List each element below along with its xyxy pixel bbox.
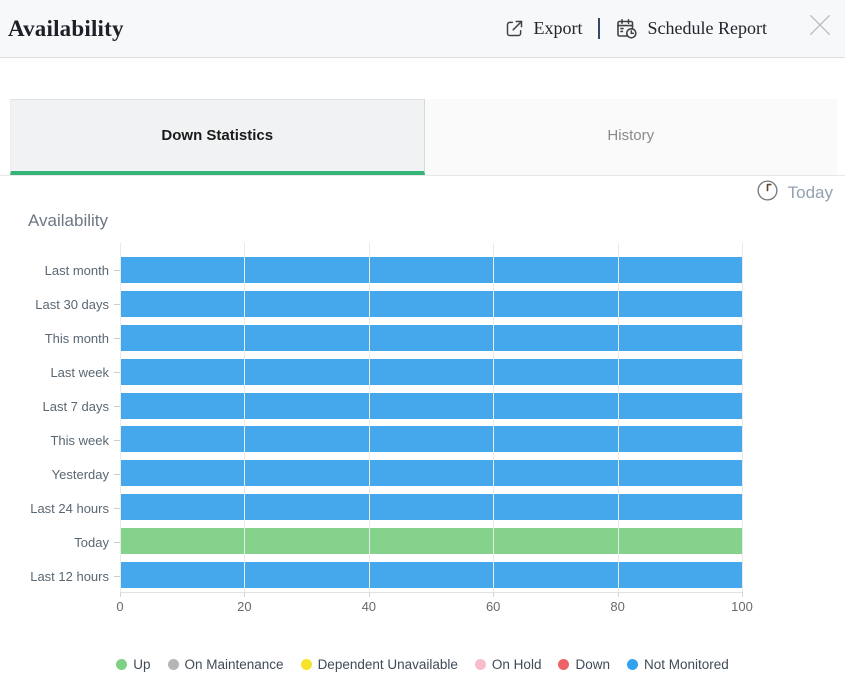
gridline: [244, 243, 245, 592]
x-tick-label: 80: [610, 599, 624, 614]
legend-label: On Maintenance: [185, 657, 284, 672]
availability-bar[interactable]: [120, 359, 742, 385]
category-label: Last 7 days: [0, 389, 120, 423]
legend-item[interactable]: Down: [558, 657, 610, 672]
chart-title: Availability: [28, 211, 845, 235]
export-button[interactable]: Export: [504, 18, 583, 39]
schedule-report-label: Schedule Report: [648, 18, 767, 39]
category-label: Today: [0, 525, 120, 559]
x-tick-label: 60: [486, 599, 500, 614]
x-axis: 020406080100: [120, 593, 742, 619]
legend-item[interactable]: On Hold: [475, 657, 542, 672]
legend-dot-icon: [116, 659, 127, 670]
tab-down-statistics-label: Down Statistics: [161, 127, 273, 144]
x-tick-mark: [742, 592, 743, 597]
header-actions: Export Schedule Report: [504, 17, 767, 41]
x-tick-label: 20: [237, 599, 251, 614]
schedule-report-button[interactable]: Schedule Report: [615, 17, 767, 41]
bar-row: [120, 287, 742, 321]
legend-label: Dependent Unavailable: [318, 657, 458, 672]
bar-row: [120, 524, 742, 558]
x-tick-label: 0: [116, 599, 123, 614]
category-label: Last month: [0, 253, 120, 287]
period-row: Today: [0, 177, 845, 209]
x-tick-label: 100: [731, 599, 753, 614]
category-label: Yesterday: [0, 457, 120, 491]
availability-bar[interactable]: [120, 393, 742, 419]
dialog-header: Availability Export: [0, 0, 845, 58]
legend-dot-icon: [627, 659, 638, 670]
category-label: This week: [0, 423, 120, 457]
legend-dot-icon: [168, 659, 179, 670]
category-label: Last 24 hours: [0, 491, 120, 525]
legend-item[interactable]: Not Monitored: [627, 657, 729, 672]
legend-dot-icon: [301, 659, 312, 670]
bar-rows: [120, 253, 742, 592]
bar-row: [120, 490, 742, 524]
category-label: This month: [0, 321, 120, 355]
tab-down-statistics[interactable]: Down Statistics: [10, 99, 425, 175]
availability-bar[interactable]: [120, 562, 742, 588]
gridline: [742, 243, 743, 592]
availability-bar[interactable]: [120, 325, 742, 351]
bar-row: [120, 253, 742, 287]
dialog-title: Availability: [8, 16, 124, 42]
legend-label: Down: [575, 657, 610, 672]
bar-row: [120, 321, 742, 355]
tab-history-label: History: [607, 127, 654, 144]
tab-history[interactable]: History: [425, 99, 838, 175]
period-label[interactable]: Today: [788, 183, 833, 203]
chart-legend: Up On Maintenance Dependent Unavailable On …: [0, 657, 845, 672]
calendar-clock-icon: [615, 17, 639, 41]
legend-label: On Hold: [492, 657, 542, 672]
availability-bar[interactable]: [120, 528, 742, 554]
category-label: Last 12 hours: [0, 559, 120, 593]
gridline: [618, 243, 619, 592]
legend-item[interactable]: Dependent Unavailable: [301, 657, 458, 672]
availability-bar[interactable]: [120, 426, 742, 452]
clock-icon[interactable]: [755, 178, 780, 208]
gridline: [120, 243, 121, 592]
legend-label: Up: [133, 657, 150, 672]
bar-row: [120, 423, 742, 457]
tab-bar: Down Statistics History: [0, 99, 845, 176]
category-label: Last 30 days: [0, 287, 120, 321]
bar-row: [120, 558, 742, 592]
legend-dot-icon: [475, 659, 486, 670]
export-label: Export: [534, 18, 583, 39]
y-axis-labels: Last monthLast 30 daysThis monthLast wee…: [0, 239, 120, 593]
close-button[interactable]: [802, 7, 838, 43]
gridline: [493, 243, 494, 592]
bar-row: [120, 389, 742, 423]
legend-item[interactable]: Up: [116, 657, 150, 672]
availability-bar[interactable]: [120, 460, 742, 486]
legend-dot-icon: [558, 659, 569, 670]
legend-label: Not Monitored: [644, 657, 729, 672]
category-label: Last week: [0, 355, 120, 389]
availability-bar[interactable]: [120, 291, 742, 317]
availability-bar[interactable]: [120, 494, 742, 520]
bar-row: [120, 355, 742, 389]
export-icon: [504, 18, 525, 39]
availability-bar[interactable]: [120, 257, 742, 283]
action-separator: [598, 18, 600, 39]
close-icon: [805, 10, 835, 40]
plot-area: [120, 239, 742, 593]
x-tick-label: 40: [362, 599, 376, 614]
legend-item[interactable]: On Maintenance: [168, 657, 284, 672]
availability-chart: Last monthLast 30 daysThis monthLast wee…: [0, 239, 845, 593]
gridline: [369, 243, 370, 592]
bar-row: [120, 456, 742, 490]
